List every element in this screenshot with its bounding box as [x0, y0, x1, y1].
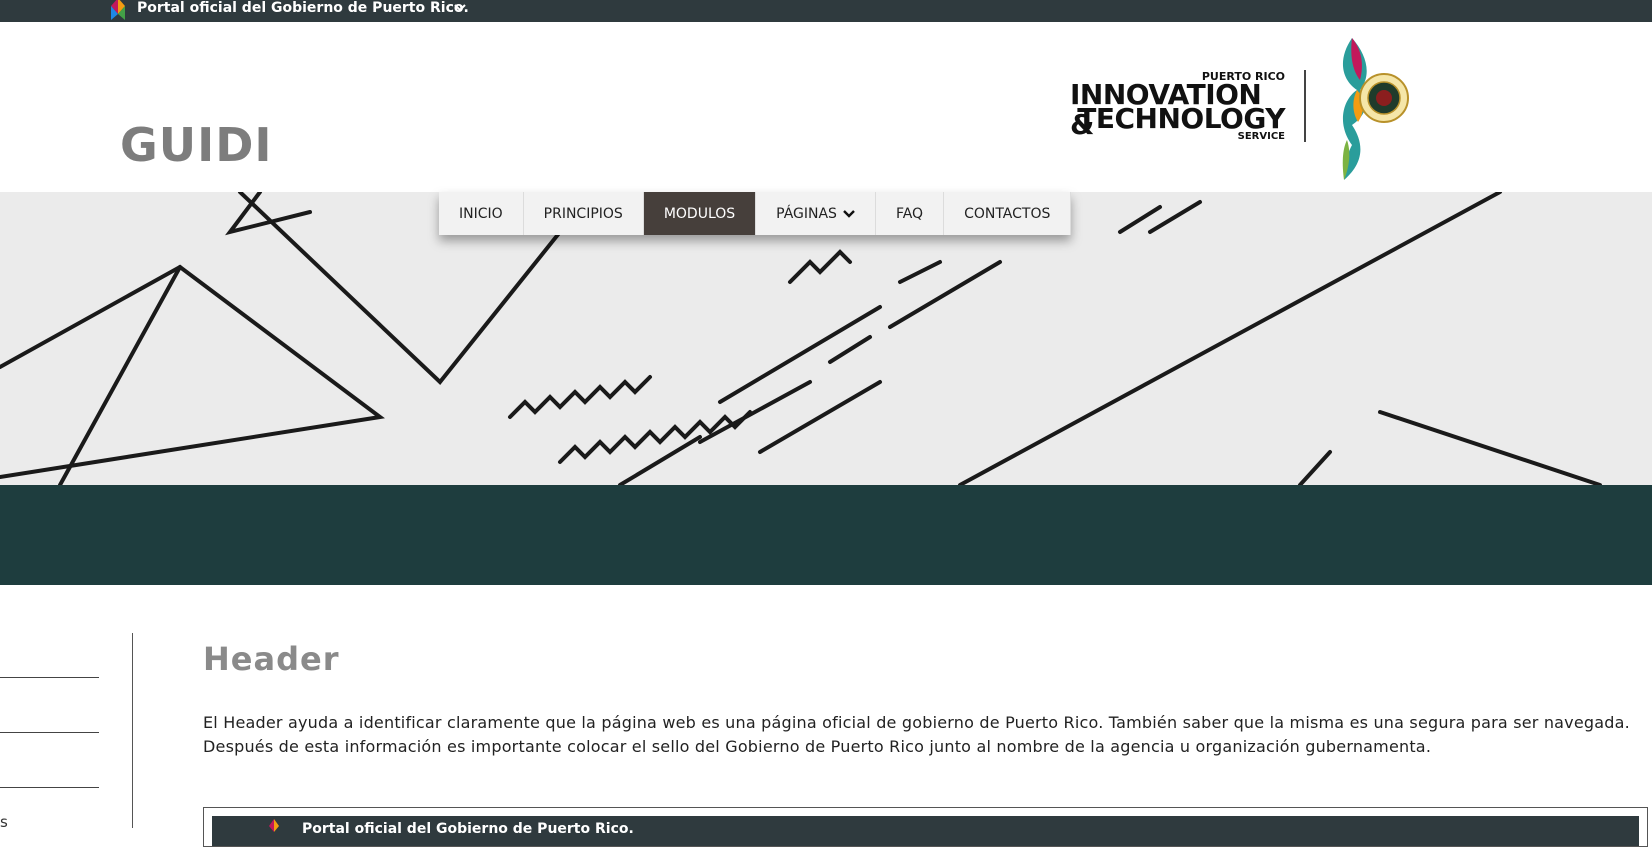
header-example-box: Portal oficial del Gobierno de Puerto Ri… [203, 807, 1648, 847]
logo-service-text: SERVICE [1237, 131, 1285, 142]
pr-seal-emblem-icon [1342, 38, 1409, 180]
section-band [0, 485, 1652, 585]
page-title: Header [203, 640, 340, 678]
sidebar: s [0, 633, 133, 831]
chevron-down-icon [843, 209, 855, 218]
nav-item-contactos[interactable]: CONTACTOS [944, 192, 1072, 235]
nav-item-faq[interactable]: FAQ [875, 192, 945, 235]
site-title[interactable]: GUIDI [120, 118, 273, 172]
logo-line-2: TECHNOLOGY [1077, 102, 1285, 135]
nav-item-inicio[interactable]: INICIO [439, 192, 524, 235]
nav-item-label: CONTACTOS [964, 205, 1051, 222]
nav-item-label: INICIO [459, 205, 503, 222]
main-nav: INICIO PRINCIPIOS MODULOS PÁGINAS FAQ CO… [439, 192, 1072, 235]
hero-banner-image [0, 192, 1652, 485]
pr-flag-icon [269, 819, 279, 832]
nav-item-principios[interactable]: PRINCIPIOS [523, 192, 644, 235]
gov-banner-text[interactable]: Portal oficial del Gobierno de Puerto Ri… [137, 0, 469, 22]
nav-item-label: FAQ [895, 205, 924, 222]
sidebar-divider [0, 732, 99, 733]
prits-logo[interactable]: PUERTO RICO INNOVATION & TECHNOLOGY SERV… [1070, 30, 1420, 185]
content-paragraph: El Header ayuda a identificar claramente… [203, 713, 1630, 756]
sidebar-divider [0, 677, 99, 678]
nav-item-modulos[interactable]: MODULOS [643, 192, 757, 235]
nav-item-label: PÁGINAS [776, 205, 837, 222]
example-gov-banner: Portal oficial del Gobierno de Puerto Ri… [212, 816, 1639, 846]
nav-item-label: PRINCIPIOS [543, 205, 623, 222]
chevron-down-icon[interactable] [452, 1, 468, 15]
nav-item-paginas[interactable]: PÁGINAS [756, 192, 876, 235]
sidebar-item-label[interactable]: s [0, 813, 8, 831]
example-banner-text: Portal oficial del Gobierno de Puerto Ri… [302, 821, 634, 837]
sidebar-divider [0, 787, 99, 788]
logo-divider [1304, 70, 1306, 142]
nav-item-label: MODULOS [663, 205, 736, 222]
pr-flag-icon [111, 0, 125, 20]
gov-banner: Portal oficial del Gobierno de Puerto Ri… [0, 0, 1652, 22]
